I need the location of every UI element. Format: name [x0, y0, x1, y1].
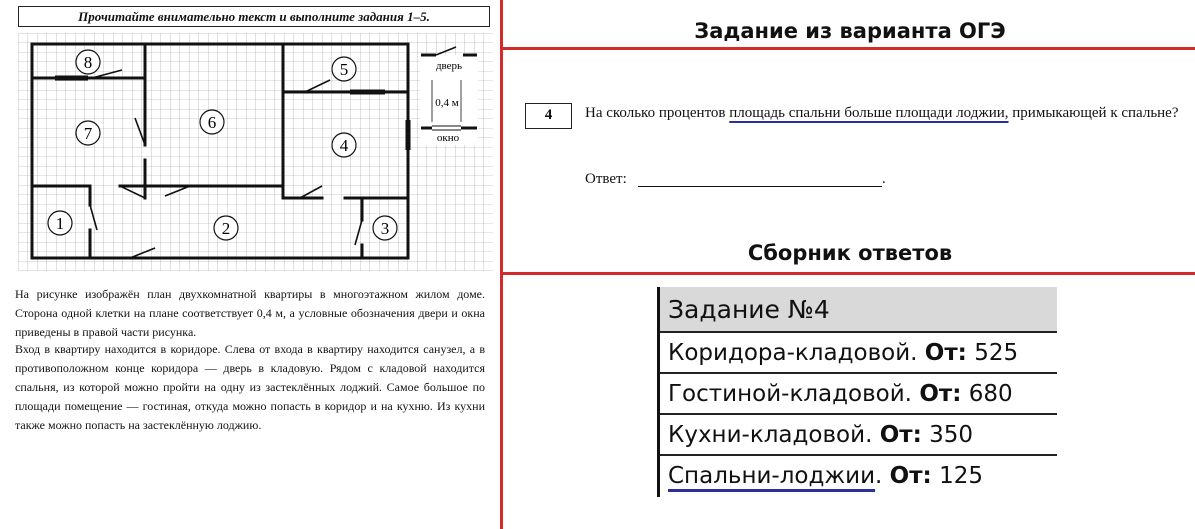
room-number: 7 [84, 124, 93, 143]
apartment-plan: 8 5 7 6 4 1 2 3 дверь 0,4 м окно [18, 33, 493, 271]
room-number: 2 [222, 219, 231, 238]
task-question: На сколько процентов площадь спальни бол… [585, 104, 1181, 123]
row-label: От: [889, 463, 932, 489]
row-value: 125 [939, 463, 983, 489]
vertical-separator [500, 0, 503, 529]
row-label: От: [924, 340, 967, 366]
question-highlight: площадь спальни больше площади лоджии, [729, 105, 1009, 121]
task-number: 4 [525, 103, 572, 129]
answer-blank-line [638, 186, 882, 187]
separator-under-title [503, 47, 1195, 50]
answers-table-header: Задание №4 [660, 287, 1057, 333]
question-text: На сколько процентов [585, 105, 730, 121]
room-number: 8 [84, 53, 93, 72]
answer-end-dot: . [882, 171, 886, 187]
intro-paragraph-1: На рисунке изображён план двухкомнатной … [15, 287, 485, 339]
answers-title: Сборник ответов [747, 241, 953, 265]
room-number: 6 [208, 113, 217, 132]
legend-door-label: дверь [436, 60, 462, 72]
question-text-end: примыкающей к спальне? [1008, 105, 1179, 121]
table-row: Коридора-кладовой. От: 525 [660, 333, 1057, 374]
room-number: 1 [56, 214, 65, 233]
separator-under-answers-title [503, 272, 1195, 275]
row-value: 680 [968, 381, 1013, 407]
plan-legend: дверь 0,4 м окно [420, 46, 478, 145]
row-name: Гостиной-кладовой. [668, 381, 912, 407]
row-value: 525 [974, 340, 1019, 366]
exam-title: Задание из варианта ОГЭ [694, 19, 1006, 43]
row-label: От: [919, 381, 962, 407]
answer-label: Ответ: [585, 171, 627, 187]
legend-window-label: окно [437, 132, 460, 144]
row-value: 350 [929, 422, 974, 448]
room-number: 5 [340, 60, 349, 79]
table-row: Кухни-кладовой. От: 350 [660, 415, 1057, 456]
room-number: 3 [381, 219, 390, 238]
row-name: Коридора-кладовой. [668, 340, 918, 366]
row-name-highlight: Спальни-лоджии [668, 463, 876, 489]
table-row: Спальни-лоджии. От: 125 [660, 456, 1057, 497]
room-number: 4 [340, 136, 349, 155]
table-row: Гостиной-кладовой. От: 680 [660, 374, 1057, 415]
intro-paragraph-2: Вход в квартиру находится в коридоре. Сл… [15, 342, 485, 432]
row-label: От: [879, 422, 922, 448]
legend-scale-label: 0,4 м [435, 97, 459, 109]
row-name-suffix: . [875, 463, 883, 489]
row-name: Кухни-кладовой. [668, 422, 873, 448]
answers-table: Задание №4 Коридора-кладовой. От: 525 Го… [657, 287, 1057, 497]
